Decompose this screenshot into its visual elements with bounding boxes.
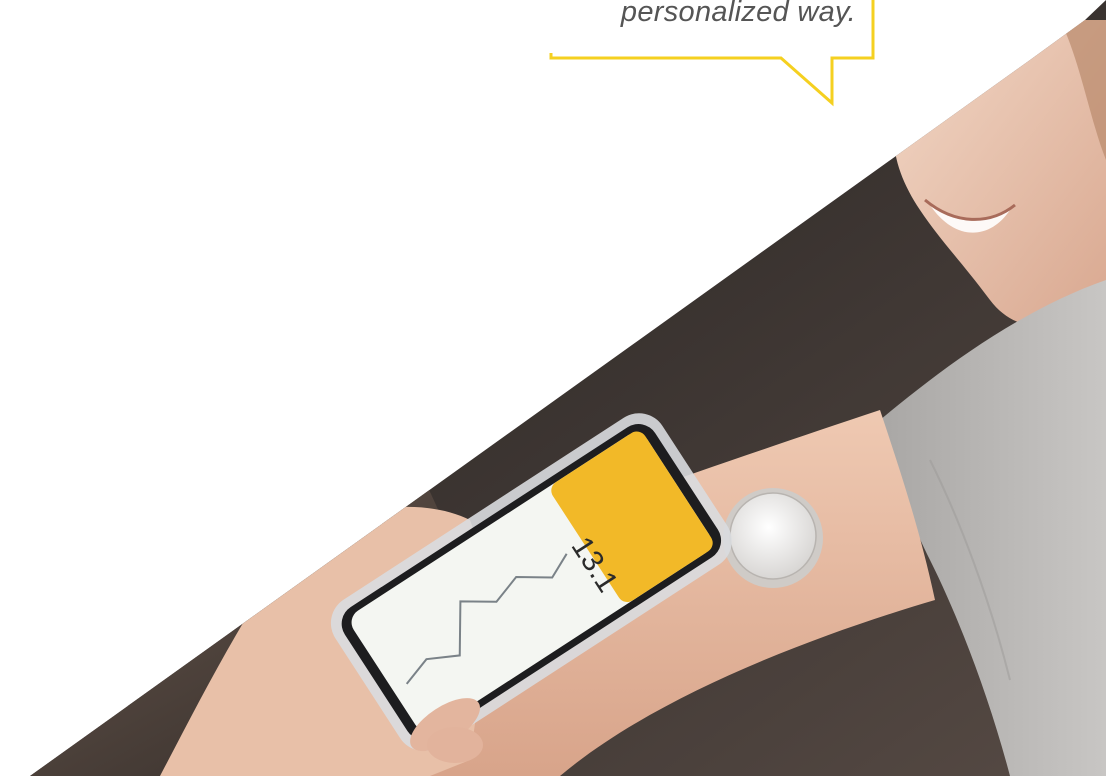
sensor-device <box>723 488 823 588</box>
photo-panel: 13.1 <box>30 0 1106 776</box>
callout-text: personalized way. <box>620 0 856 28</box>
hero-illustration: 13.1 <box>30 0 1106 776</box>
